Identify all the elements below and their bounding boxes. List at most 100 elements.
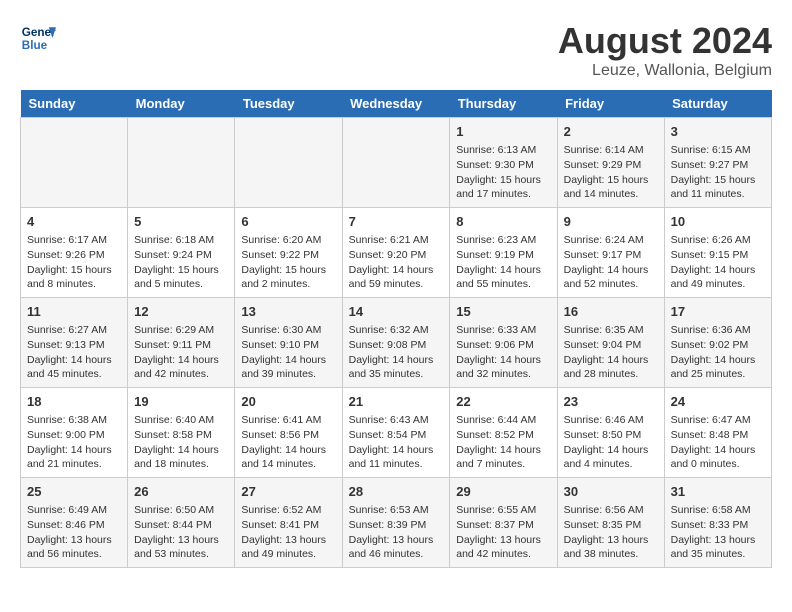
day-info: Sunrise: 6:26 AM Sunset: 9:15 PM Dayligh… bbox=[671, 233, 765, 292]
calendar-cell: 4 Sunrise: 6:17 AM Sunset: 9:26 PM Daylig… bbox=[21, 208, 128, 298]
calendar-cell: 22 Sunrise: 6:44 AM Sunset: 8:52 PM Dayli… bbox=[450, 388, 557, 478]
calendar-cell: 25 Sunrise: 6:49 AM Sunset: 8:46 PM Dayli… bbox=[21, 478, 128, 568]
day-info: Sunrise: 6:15 AM Sunset: 9:27 PM Dayligh… bbox=[671, 143, 765, 202]
day-info: Sunrise: 6:49 AM Sunset: 8:46 PM Dayligh… bbox=[27, 503, 121, 562]
day-info: Sunrise: 6:44 AM Sunset: 8:52 PM Dayligh… bbox=[456, 413, 550, 472]
calendar-cell bbox=[128, 118, 235, 208]
week-row-4: 18 Sunrise: 6:38 AM Sunset: 9:00 PM Dayli… bbox=[21, 388, 772, 478]
day-number: 27 bbox=[241, 483, 335, 501]
day-info: Sunrise: 6:23 AM Sunset: 9:19 PM Dayligh… bbox=[456, 233, 550, 292]
calendar-cell: 16Sunrise: 6:35 AM Sunset: 9:04 PM Dayli… bbox=[557, 298, 664, 388]
calendar-cell: 5 Sunrise: 6:18 AM Sunset: 9:24 PM Daylig… bbox=[128, 208, 235, 298]
day-number: 29 bbox=[456, 483, 550, 501]
calendar-cell: 2Sunrise: 6:14 AM Sunset: 9:29 PM Daylig… bbox=[557, 118, 664, 208]
col-header-sunday: Sunday bbox=[21, 90, 128, 118]
main-title: August 2024 bbox=[558, 20, 772, 62]
calendar-cell: 30Sunrise: 6:56 AM Sunset: 8:35 PM Dayli… bbox=[557, 478, 664, 568]
logo: General Blue bbox=[20, 20, 56, 56]
col-header-saturday: Saturday bbox=[664, 90, 771, 118]
calendar-cell: 14 Sunrise: 6:32 AM Sunset: 9:08 PM Dayli… bbox=[342, 298, 450, 388]
calendar-cell bbox=[342, 118, 450, 208]
calendar-cell bbox=[235, 118, 342, 208]
general-blue-logo-icon: General Blue bbox=[20, 20, 56, 56]
day-info: Sunrise: 6:18 AM Sunset: 9:24 PM Dayligh… bbox=[134, 233, 228, 292]
page-header: General Blue August 2024 Leuze, Wallonia… bbox=[20, 20, 772, 80]
day-info: Sunrise: 6:35 AM Sunset: 9:04 PM Dayligh… bbox=[564, 323, 658, 382]
day-info: Sunrise: 6:50 AM Sunset: 8:44 PM Dayligh… bbox=[134, 503, 228, 562]
day-info: Sunrise: 6:36 AM Sunset: 9:02 PM Dayligh… bbox=[671, 323, 765, 382]
col-header-tuesday: Tuesday bbox=[235, 90, 342, 118]
calendar-cell: 19 Sunrise: 6:40 AM Sunset: 8:58 PM Dayli… bbox=[128, 388, 235, 478]
calendar-cell: 12 Sunrise: 6:29 AM Sunset: 9:11 PM Dayli… bbox=[128, 298, 235, 388]
day-info: Sunrise: 6:32 AM Sunset: 9:08 PM Dayligh… bbox=[349, 323, 444, 382]
day-number: 21 bbox=[349, 393, 444, 411]
day-number: 11 bbox=[27, 303, 121, 321]
day-info: Sunrise: 6:58 AM Sunset: 8:33 PM Dayligh… bbox=[671, 503, 765, 562]
day-info: Sunrise: 6:41 AM Sunset: 8:56 PM Dayligh… bbox=[241, 413, 335, 472]
day-info: Sunrise: 6:29 AM Sunset: 9:11 PM Dayligh… bbox=[134, 323, 228, 382]
day-number: 28 bbox=[349, 483, 444, 501]
day-number: 18 bbox=[27, 393, 121, 411]
col-header-thursday: Thursday bbox=[450, 90, 557, 118]
calendar-cell: 13Sunrise: 6:30 AM Sunset: 9:10 PM Dayli… bbox=[235, 298, 342, 388]
title-block: August 2024 Leuze, Wallonia, Belgium bbox=[558, 20, 772, 80]
day-number: 9 bbox=[564, 213, 658, 231]
day-info: Sunrise: 6:47 AM Sunset: 8:48 PM Dayligh… bbox=[671, 413, 765, 472]
calendar-cell: 9Sunrise: 6:24 AM Sunset: 9:17 PM Daylig… bbox=[557, 208, 664, 298]
day-info: Sunrise: 6:20 AM Sunset: 9:22 PM Dayligh… bbox=[241, 233, 335, 292]
day-number: 14 bbox=[349, 303, 444, 321]
day-number: 25 bbox=[27, 483, 121, 501]
day-number: 3 bbox=[671, 123, 765, 141]
calendar-cell: 26 Sunrise: 6:50 AM Sunset: 8:44 PM Dayli… bbox=[128, 478, 235, 568]
calendar-cell: 29 Sunrise: 6:55 AM Sunset: 8:37 PM Dayli… bbox=[450, 478, 557, 568]
col-header-wednesday: Wednesday bbox=[342, 90, 450, 118]
day-info: Sunrise: 6:33 AM Sunset: 9:06 PM Dayligh… bbox=[456, 323, 550, 382]
week-row-2: 4 Sunrise: 6:17 AM Sunset: 9:26 PM Daylig… bbox=[21, 208, 772, 298]
calendar-cell: 10 Sunrise: 6:26 AM Sunset: 9:15 PM Dayli… bbox=[664, 208, 771, 298]
day-number: 30 bbox=[564, 483, 658, 501]
calendar-cell: 24 Sunrise: 6:47 AM Sunset: 8:48 PM Dayli… bbox=[664, 388, 771, 478]
day-number: 10 bbox=[671, 213, 765, 231]
day-info: Sunrise: 6:46 AM Sunset: 8:50 PM Dayligh… bbox=[564, 413, 658, 472]
calendar-cell: 28Sunrise: 6:53 AM Sunset: 8:39 PM Dayli… bbox=[342, 478, 450, 568]
week-row-3: 11 Sunrise: 6:27 AM Sunset: 9:13 PM Dayli… bbox=[21, 298, 772, 388]
day-number: 22 bbox=[456, 393, 550, 411]
calendar-cell: 17 Sunrise: 6:36 AM Sunset: 9:02 PM Dayli… bbox=[664, 298, 771, 388]
header-row: SundayMondayTuesdayWednesdayThursdayFrid… bbox=[21, 90, 772, 118]
calendar-cell: 15 Sunrise: 6:33 AM Sunset: 9:06 PM Dayli… bbox=[450, 298, 557, 388]
col-header-monday: Monday bbox=[128, 90, 235, 118]
day-number: 13 bbox=[241, 303, 335, 321]
day-number: 15 bbox=[456, 303, 550, 321]
day-info: Sunrise: 6:27 AM Sunset: 9:13 PM Dayligh… bbox=[27, 323, 121, 382]
day-number: 1 bbox=[456, 123, 550, 141]
day-number: 2 bbox=[564, 123, 658, 141]
day-info: Sunrise: 6:13 AM Sunset: 9:30 PM Dayligh… bbox=[456, 143, 550, 202]
calendar-cell: 23 Sunrise: 6:46 AM Sunset: 8:50 PM Dayli… bbox=[557, 388, 664, 478]
day-number: 6 bbox=[241, 213, 335, 231]
day-info: Sunrise: 6:52 AM Sunset: 8:41 PM Dayligh… bbox=[241, 503, 335, 562]
day-number: 17 bbox=[671, 303, 765, 321]
day-number: 5 bbox=[134, 213, 228, 231]
day-info: Sunrise: 6:40 AM Sunset: 8:58 PM Dayligh… bbox=[134, 413, 228, 472]
day-number: 20 bbox=[241, 393, 335, 411]
week-row-1: 1 Sunrise: 6:13 AM Sunset: 9:30 PM Daylig… bbox=[21, 118, 772, 208]
day-number: 24 bbox=[671, 393, 765, 411]
calendar-cell: 6 Sunrise: 6:20 AM Sunset: 9:22 PM Daylig… bbox=[235, 208, 342, 298]
calendar-cell: 27 Sunrise: 6:52 AM Sunset: 8:41 PM Dayli… bbox=[235, 478, 342, 568]
day-number: 12 bbox=[134, 303, 228, 321]
day-info: Sunrise: 6:43 AM Sunset: 8:54 PM Dayligh… bbox=[349, 413, 444, 472]
day-info: Sunrise: 6:17 AM Sunset: 9:26 PM Dayligh… bbox=[27, 233, 121, 292]
day-number: 23 bbox=[564, 393, 658, 411]
calendar-body: 1 Sunrise: 6:13 AM Sunset: 9:30 PM Daylig… bbox=[21, 118, 772, 568]
calendar-cell: 20 Sunrise: 6:41 AM Sunset: 8:56 PM Dayli… bbox=[235, 388, 342, 478]
col-header-friday: Friday bbox=[557, 90, 664, 118]
svg-text:Blue: Blue bbox=[22, 39, 48, 52]
day-number: 4 bbox=[27, 213, 121, 231]
day-number: 19 bbox=[134, 393, 228, 411]
subtitle: Leuze, Wallonia, Belgium bbox=[558, 62, 772, 80]
day-number: 26 bbox=[134, 483, 228, 501]
day-number: 8 bbox=[456, 213, 550, 231]
day-info: Sunrise: 6:38 AM Sunset: 9:00 PM Dayligh… bbox=[27, 413, 121, 472]
calendar-cell: 7Sunrise: 6:21 AM Sunset: 9:20 PM Daylig… bbox=[342, 208, 450, 298]
day-info: Sunrise: 6:55 AM Sunset: 8:37 PM Dayligh… bbox=[456, 503, 550, 562]
